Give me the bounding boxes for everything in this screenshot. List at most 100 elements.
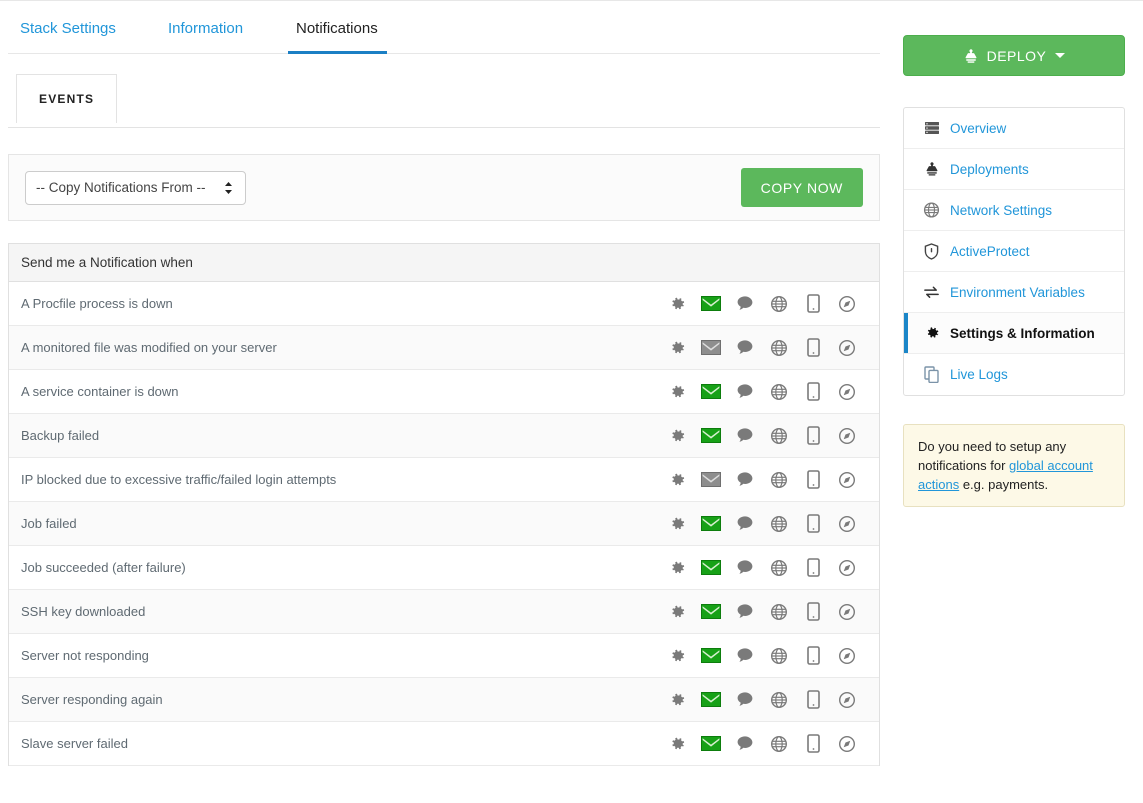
speech-bubble-icon[interactable]	[735, 734, 755, 754]
tab-label: Notifications	[296, 20, 378, 37]
tab-notifications[interactable]: Notifications	[288, 20, 387, 54]
right-sidebar: DEPLOY Overview Deployments Network Settin…	[903, 35, 1125, 507]
sidebar-item-environment-variables[interactable]: Environment Variables	[904, 272, 1124, 313]
mobile-icon[interactable]	[803, 470, 823, 490]
mobile-icon[interactable]	[803, 382, 823, 402]
exchange-icon	[923, 284, 940, 301]
gear-icon[interactable]	[667, 382, 687, 402]
table-row: Job failed	[9, 502, 879, 546]
gear-icon[interactable]	[667, 514, 687, 534]
gear-icon[interactable]	[667, 294, 687, 314]
envelope-icon[interactable]	[701, 734, 721, 754]
compass-icon[interactable]	[837, 558, 857, 578]
tab-stack-settings[interactable]: Stack Settings	[20, 20, 168, 53]
speech-bubble-icon[interactable]	[735, 514, 755, 534]
mobile-icon[interactable]	[803, 514, 823, 534]
sidebar-item-settings-information[interactable]: Settings & Information	[904, 313, 1124, 354]
envelope-icon[interactable]	[701, 426, 721, 446]
gear-icon[interactable]	[667, 646, 687, 666]
globe-icon[interactable]	[769, 734, 789, 754]
speech-bubble-icon[interactable]	[735, 426, 755, 446]
notification-channel-icons	[667, 558, 867, 578]
gear-icon[interactable]	[667, 558, 687, 578]
speech-bubble-icon[interactable]	[735, 558, 755, 578]
globe-icon[interactable]	[769, 646, 789, 666]
gear-icon[interactable]	[667, 690, 687, 710]
speech-bubble-icon[interactable]	[735, 294, 755, 314]
speech-bubble-icon[interactable]	[735, 470, 755, 490]
envelope-icon[interactable]	[701, 690, 721, 710]
gear-icon[interactable]	[667, 734, 687, 754]
gear-icon[interactable]	[667, 470, 687, 490]
copy-notifications-select[interactable]: -- Copy Notifications From --	[25, 170, 246, 205]
compass-icon[interactable]	[837, 426, 857, 446]
notification-label: Job succeeded (after failure)	[21, 560, 186, 575]
table-row: IP blocked due to excessive traffic/fail…	[9, 458, 879, 502]
globe-icon[interactable]	[769, 558, 789, 578]
envelope-icon[interactable]	[701, 558, 721, 578]
mobile-icon[interactable]	[803, 602, 823, 622]
notification-channel-icons	[667, 470, 867, 490]
compass-icon[interactable]	[837, 294, 857, 314]
mobile-icon[interactable]	[803, 338, 823, 358]
envelope-icon[interactable]	[701, 646, 721, 666]
globe-icon[interactable]	[769, 514, 789, 534]
sidebar-item-overview[interactable]: Overview	[904, 108, 1124, 149]
gear-icon[interactable]	[667, 426, 687, 446]
sidebar-item-deployments[interactable]: Deployments	[904, 149, 1124, 190]
copy-icon	[923, 366, 940, 383]
envelope-icon[interactable]	[701, 470, 721, 490]
globe-icon[interactable]	[769, 602, 789, 622]
deploy-button[interactable]: DEPLOY	[903, 35, 1125, 76]
envelope-icon[interactable]	[701, 338, 721, 358]
globe-icon[interactable]	[769, 426, 789, 446]
compass-icon[interactable]	[837, 646, 857, 666]
copy-now-button[interactable]: COPY NOW	[740, 168, 863, 207]
envelope-icon[interactable]	[701, 294, 721, 314]
globe-icon[interactable]	[769, 338, 789, 358]
copy-notifications-panel: -- Copy Notifications From -- COPY NOW	[8, 154, 880, 221]
speech-bubble-icon[interactable]	[735, 602, 755, 622]
envelope-icon[interactable]	[701, 382, 721, 402]
mobile-icon[interactable]	[803, 646, 823, 666]
table-row: Server not responding	[9, 634, 879, 678]
mobile-icon[interactable]	[803, 294, 823, 314]
compass-icon[interactable]	[837, 382, 857, 402]
sidebar-item-live-logs[interactable]: Live Logs	[904, 354, 1124, 395]
notification-label: Server responding again	[21, 692, 163, 707]
table-row: A service container is down	[9, 370, 879, 414]
notification-channel-icons	[667, 426, 867, 446]
speech-bubble-icon[interactable]	[735, 690, 755, 710]
notification-label: IP blocked due to excessive traffic/fail…	[21, 472, 337, 487]
speech-bubble-icon[interactable]	[735, 646, 755, 666]
globe-icon[interactable]	[769, 470, 789, 490]
tab-events[interactable]: EVENTS	[16, 74, 118, 124]
sidebar-item-activeprotect[interactable]: ActiveProtect	[904, 231, 1124, 272]
notification-label: A service container is down	[21, 384, 179, 399]
compass-icon[interactable]	[837, 470, 857, 490]
compass-icon[interactable]	[837, 690, 857, 710]
mobile-icon[interactable]	[803, 558, 823, 578]
speech-bubble-icon[interactable]	[735, 382, 755, 402]
globe-icon[interactable]	[769, 382, 789, 402]
compass-icon[interactable]	[837, 338, 857, 358]
gear-icon[interactable]	[667, 338, 687, 358]
speech-bubble-icon[interactable]	[735, 338, 755, 358]
globe-icon[interactable]	[769, 690, 789, 710]
sidebar-item-network-settings[interactable]: Network Settings	[904, 190, 1124, 231]
globe-icon[interactable]	[769, 294, 789, 314]
notification-label: A monitored file was modified on your se…	[21, 340, 277, 355]
copy-notifications-select-value: -- Copy Notifications From --	[36, 180, 206, 195]
mobile-icon[interactable]	[803, 690, 823, 710]
envelope-icon[interactable]	[701, 514, 721, 534]
compass-icon[interactable]	[837, 734, 857, 754]
notifications-page: Stack Settings Information Notifications…	[0, 0, 1143, 803]
envelope-icon[interactable]	[701, 602, 721, 622]
globe-icon	[923, 202, 940, 219]
compass-icon[interactable]	[837, 602, 857, 622]
compass-icon[interactable]	[837, 514, 857, 534]
tab-information[interactable]: Information	[168, 20, 296, 53]
gear-icon[interactable]	[667, 602, 687, 622]
mobile-icon[interactable]	[803, 426, 823, 446]
mobile-icon[interactable]	[803, 734, 823, 754]
